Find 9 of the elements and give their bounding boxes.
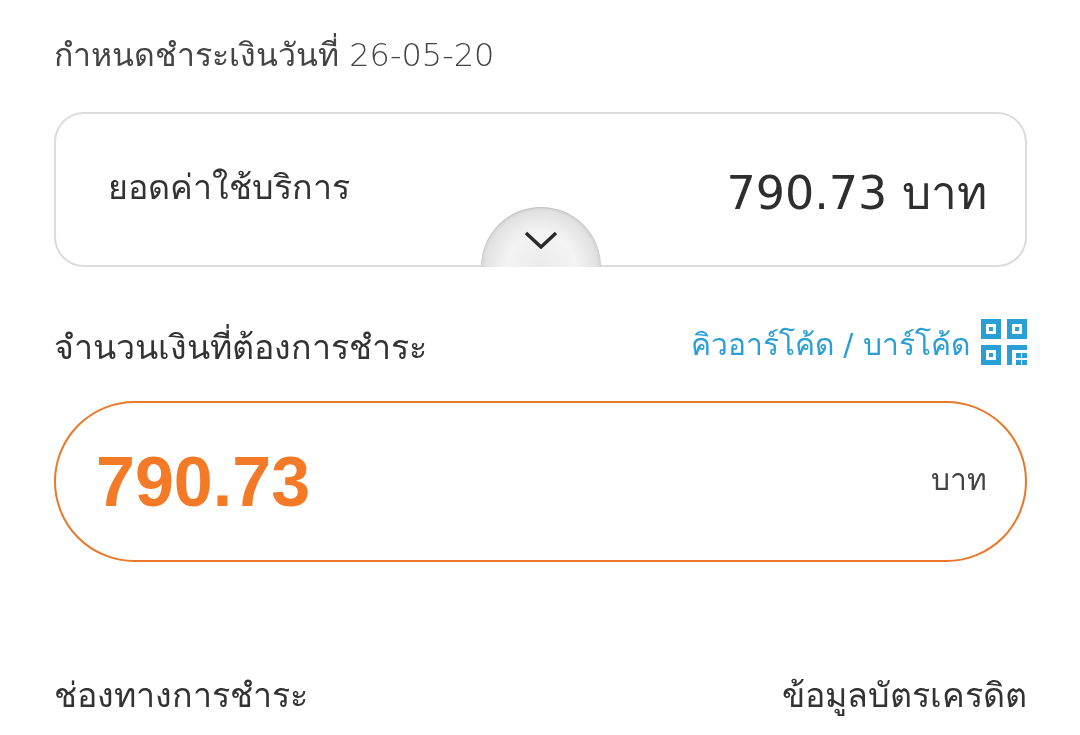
amount-value: 790.73 [96,441,311,522]
bill-amount: 790.73 บาท [726,165,987,222]
payment-channel-label: ช่องทางการชำระ [54,674,308,717]
amount-input-field[interactable]: 790.73 บาท [54,401,1027,562]
qr-code-icon [981,319,1027,365]
payment-channel-value[interactable]: ข้อมูลบัตรเครดิต [782,670,1027,720]
amount-label: จำนวนเงินที่ต้องการชำระ [54,323,427,371]
currency-unit: บาท [931,461,987,499]
bill-label: ยอดค่าใช้บริการ [108,165,350,209]
